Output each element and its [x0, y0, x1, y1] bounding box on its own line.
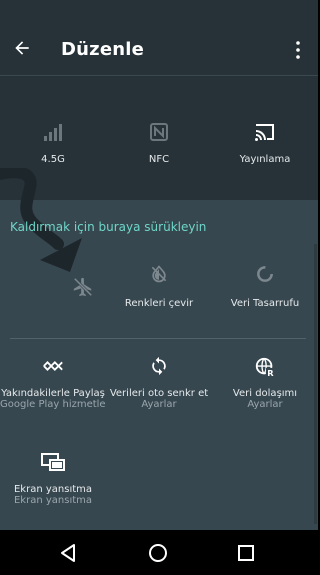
tile-data-saver[interactable]: Veri Tasarrufu — [212, 264, 318, 309]
tile-nearby-share[interactable]: Yakındakilerle Paylaş Google Play hizmet… — [0, 356, 106, 410]
tile-label: Yayınlama — [239, 154, 291, 165]
tile-sublabel: Google Play hizmetleri — [0, 399, 106, 410]
tile-label: Ekran yansıtma — [13, 484, 93, 495]
tile-screen-mirror[interactable]: Ekran yansıtma Ekran yansıtma — [0, 452, 106, 506]
tile-data-roaming[interactable]: R Veri dolaşımı Ayarlar — [212, 356, 318, 410]
tile-sublabel: Ayarlar — [247, 399, 283, 410]
airplane-mode-icon — [73, 277, 93, 297]
tile-sublabel: Ayarlar — [141, 399, 177, 410]
roaming-icon: R — [255, 357, 276, 378]
svg-text:R: R — [267, 368, 274, 378]
screen-mirror-icon — [41, 453, 65, 471]
tile-label: Renkleri çevir — [124, 298, 194, 309]
navigation-bar — [0, 530, 318, 575]
tile-label: Veri Tasarrufu — [230, 298, 300, 309]
tile-label: Yakındakilerle Paylaş — [1, 388, 105, 399]
section-divider — [10, 338, 306, 339]
drag-to-remove-hint: Kaldırmak için buraya sürükleyin — [10, 220, 207, 234]
home-nav-icon[interactable] — [147, 542, 169, 564]
data-saver-icon — [257, 266, 273, 282]
tile-label: NFC — [148, 154, 170, 165]
tile-cast[interactable]: Yayınlama — [212, 122, 318, 165]
tile-label: Verileri oto senkr et — [109, 388, 209, 399]
scrollbar[interactable] — [314, 244, 317, 524]
tile-4-5g[interactable]: 4.5G — [0, 122, 106, 165]
back-arrow-icon[interactable] — [12, 38, 32, 58]
recents-nav-icon[interactable] — [235, 542, 257, 564]
cast-icon — [255, 124, 274, 141]
tile-label: 4.5G — [41, 154, 65, 165]
page-title: Düzenle — [61, 39, 145, 60]
app-bar: Düzenle — [0, 0, 318, 76]
invert-colors-icon — [151, 265, 167, 283]
tile-invert-colors[interactable]: Renkleri çevir — [106, 264, 212, 309]
back-nav-icon[interactable] — [57, 542, 79, 564]
tile-label: Veri dolaşımı — [232, 388, 298, 399]
nfc-icon — [150, 123, 168, 141]
tile-sublabel: Ekran yansıtma — [13, 495, 93, 506]
tile-nfc[interactable]: NFC — [106, 122, 212, 165]
more-options-icon[interactable] — [293, 40, 303, 60]
tile-auto-sync[interactable]: Verileri oto senkr et Ayarlar — [106, 356, 212, 410]
signal-icon — [44, 124, 62, 141]
sync-icon — [152, 356, 166, 376]
nearby-share-icon — [43, 361, 63, 371]
